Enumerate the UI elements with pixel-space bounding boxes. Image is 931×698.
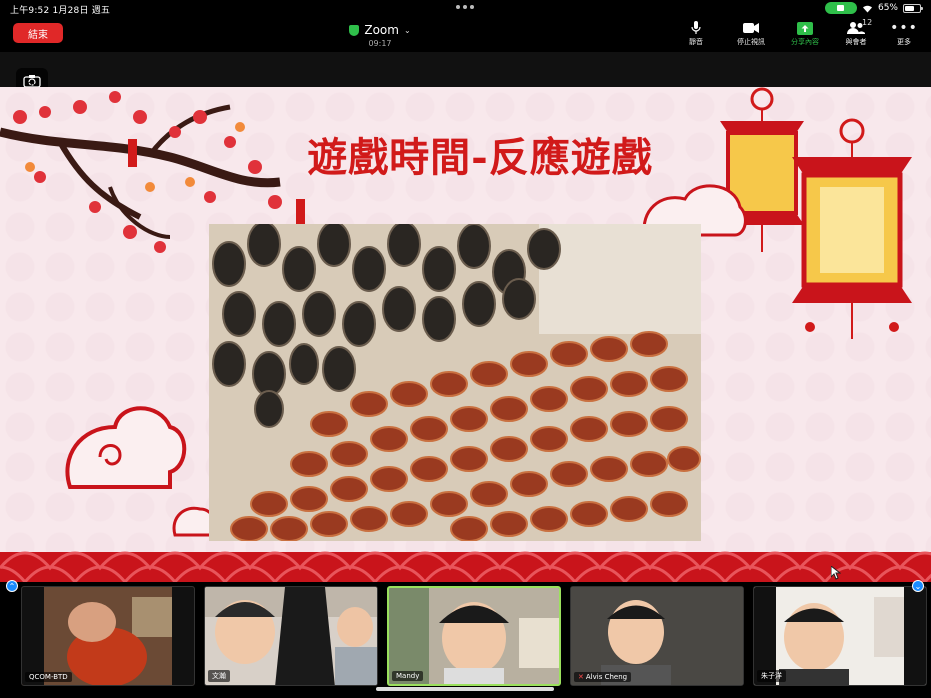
chevron-down-icon: ⌄ <box>403 25 411 35</box>
participant-name: Mandy <box>396 672 420 680</box>
battery-percent: 65% <box>877 3 898 13</box>
share-content-button[interactable]: 分享內容 <box>777 19 833 47</box>
zoom-top-bar: 結束 Zoom ⌄ 09:17 靜音 停止視訊 分享內容 12 與會者 ••• <box>0 17 931 52</box>
home-indicator[interactable] <box>376 687 554 691</box>
share-arrow-icon <box>777 19 833 37</box>
share-content-label: 分享內容 <box>791 38 819 46</box>
gallery-next-page-icon[interactable]: ⌄ <box>912 580 924 592</box>
video-camera-icon <box>723 19 779 37</box>
encryption-shield-icon <box>349 24 360 36</box>
video-gallery-strip: ⌃ QCOM-BTD 文瀚 Mandy ✕ Alvis Cheng 朱子洋 ⌄ <box>0 580 931 698</box>
status-time-date: 上午9:52 1月28日 週五 <box>10 6 111 16</box>
microphone-icon <box>668 19 724 37</box>
participant-name-tag: QCOM-BTD <box>25 672 72 682</box>
stop-video-button[interactable]: 停止視訊 <box>723 19 779 47</box>
participant-tile[interactable]: QCOM-BTD <box>21 586 195 686</box>
participant-name-tag: ✕ Alvis Cheng <box>574 672 632 682</box>
meeting-elapsed-time: 09:17 <box>368 39 392 48</box>
participant-name: Alvis Cheng <box>585 673 628 681</box>
camera-flip-icon <box>23 75 41 88</box>
wifi-icon <box>862 5 872 12</box>
ios-status-bar: 上午9:52 1月28日 週五 65% <box>0 0 931 17</box>
presentation-slide: 遊戲時間-反應遊戲 <box>0 87 931 582</box>
participant-name: 文瀚 <box>212 672 226 680</box>
participant-name: QCOM-BTD <box>29 673 68 681</box>
mute-button[interactable]: 靜音 <box>668 19 724 47</box>
multitask-dots-icon[interactable] <box>456 5 474 9</box>
battery-icon <box>903 3 923 13</box>
stop-video-label: 停止視訊 <box>737 38 765 46</box>
lantern-right-decoration <box>792 118 912 339</box>
participant-count: 12 <box>862 18 873 27</box>
more-label: 更多 <box>897 38 911 46</box>
ellipsis-icon: ••• <box>890 20 918 36</box>
participant-tile-active-speaker[interactable]: Mandy <box>387 586 561 686</box>
watermelon-seeds-photo <box>209 224 701 541</box>
mute-label: 靜音 <box>689 38 703 46</box>
shared-screen[interactable]: 遊戲時間-反應遊戲 <box>0 52 931 582</box>
participant-name-tag: Mandy <box>392 671 424 681</box>
status-right: 65% <box>824 2 923 14</box>
slide-title: 遊戲時間-反應遊戲 <box>307 134 653 181</box>
participant-name-tag: 文瀚 <box>208 670 230 682</box>
meeting-title: Zoom <box>364 23 399 37</box>
participant-tile[interactable]: 文瀚 <box>204 586 378 686</box>
gallery-prev-page-icon[interactable]: ⌃ <box>6 580 18 592</box>
camera-in-use-icon <box>824 2 857 14</box>
end-meeting-button[interactable]: 結束 <box>13 23 63 43</box>
pointer-cursor-icon <box>831 566 841 580</box>
wave-pattern-decoration <box>0 551 931 582</box>
participant-name: 朱子洋 <box>761 672 782 680</box>
more-button[interactable]: ••• 更多 <box>876 19 931 47</box>
microphone-muted-icon: ✕ <box>578 673 584 681</box>
participant-name-tag: 朱子洋 <box>757 670 786 682</box>
battery-fill <box>905 5 915 11</box>
cloud-left-decoration <box>65 406 187 489</box>
meeting-info[interactable]: Zoom ⌄ 09:17 <box>340 23 420 48</box>
participant-tile[interactable]: 朱子洋 <box>753 586 927 686</box>
participant-tile[interactable]: ✕ Alvis Cheng <box>570 586 744 686</box>
